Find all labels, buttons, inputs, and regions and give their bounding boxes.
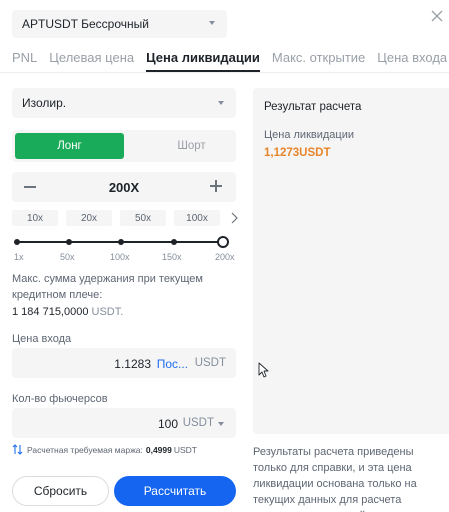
entry-price-label: Цена входа: [12, 333, 72, 345]
max-hold-unit: USDT.: [91, 306, 124, 318]
slider-label: 100x: [110, 252, 130, 262]
disclaimer: Результаты расчета приведены только для …: [253, 446, 417, 512]
chevron-right-icon[interactable]: [229, 212, 239, 224]
short-button[interactable]: Шорт: [137, 133, 246, 159]
quantity-input[interactable]: 100 USDT: [12, 408, 236, 438]
leverage-value: 200X: [108, 180, 140, 195]
symbol-label: APTUSDT Бессрочный: [22, 17, 149, 31]
close-icon[interactable]: [429, 8, 445, 24]
tab-pnl[interactable]: PNL: [12, 48, 37, 72]
max-hold-amount: 1 184 715,0000: [12, 306, 89, 318]
leverage-slider[interactable]: 1x 50x 100x 150x 200x: [12, 234, 235, 262]
slider-tick: [14, 239, 20, 245]
margin-mode-label: Изолир.: [22, 96, 67, 110]
chevron-down-icon: [218, 422, 224, 426]
reset-button[interactable]: Сбросить: [12, 476, 109, 506]
chevron-down-icon: [209, 21, 215, 25]
required-margin-label: Расчетная требуемая маржа:: [27, 444, 143, 455]
quick-leverage: 10x 20x 50x 100x: [12, 210, 240, 226]
max-hold-label: Макс. сумма удержания при текущем кредит…: [12, 273, 203, 301]
leverage-chip[interactable]: 20x: [66, 210, 112, 226]
slider-thumb[interactable]: [217, 236, 229, 248]
chevron-down-icon: [218, 101, 224, 105]
margin-mode-select[interactable]: Изолир.: [12, 88, 236, 118]
quantity-label: Кол-во фьючерсов: [12, 393, 108, 405]
entry-price-unit: USDT: [194, 357, 226, 369]
slider-label: 1x: [14, 252, 24, 262]
leverage-chip[interactable]: 10x: [12, 210, 58, 226]
symbol-select[interactable]: APTUSDT Бессрочный: [12, 10, 227, 38]
side-toggle: Лонг Шорт: [12, 130, 236, 162]
quantity-unit-select[interactable]: USDT: [183, 417, 214, 429]
tab-max-open[interactable]: Макс. открытие: [272, 48, 365, 72]
long-button[interactable]: Лонг: [15, 133, 124, 159]
required-margin-value: 0,4999: [145, 444, 172, 455]
quantity-value: 100: [157, 417, 178, 431]
max-hold-value: 1 184 715,0000 USDT.: [12, 306, 123, 318]
leverage-stepper[interactable]: 200X: [12, 172, 236, 202]
required-margin-unit: USDT: [173, 444, 197, 455]
tabs-divider: [0, 72, 449, 73]
calculator-tabs: PNL Целевая цена Цена ликвидации Макс. о…: [12, 48, 449, 72]
result-value: 1,1273USDT: [264, 147, 331, 159]
slider-label: 150x: [162, 252, 182, 262]
entry-price-input[interactable]: 1.1283 Пос... USDT: [12, 348, 236, 378]
required-margin: Расчетная требуемая маржа: 0,4999 USDT: [12, 444, 197, 455]
tab-liquidation-price[interactable]: Цена ликвидации: [146, 48, 260, 72]
last-price-button[interactable]: Пос...: [157, 357, 188, 371]
leverage-chip[interactable]: 50x: [120, 210, 166, 226]
calculate-button[interactable]: Рассчитать: [114, 476, 236, 506]
result-title: Результат расчета: [264, 101, 362, 113]
mouse-cursor-icon: [258, 362, 269, 378]
slider-label: 200x: [215, 252, 235, 262]
result-panel: Результат расчета Цена ликвидации 1,1273…: [253, 88, 449, 434]
slider-label: 50x: [60, 252, 75, 262]
entry-price-value: 1.1283: [114, 357, 151, 371]
tab-entry-price[interactable]: Цена входа: [377, 48, 447, 72]
slider-tick: [66, 239, 72, 245]
slider-tick: [118, 239, 124, 245]
plus-icon[interactable]: [210, 180, 222, 192]
tab-target-price[interactable]: Целевая цена: [49, 48, 134, 72]
result-label: Цена ликвидации: [264, 129, 354, 141]
slider-tick: [171, 239, 177, 245]
swap-icon[interactable]: [12, 444, 23, 455]
leverage-chip[interactable]: 100x: [174, 210, 220, 226]
